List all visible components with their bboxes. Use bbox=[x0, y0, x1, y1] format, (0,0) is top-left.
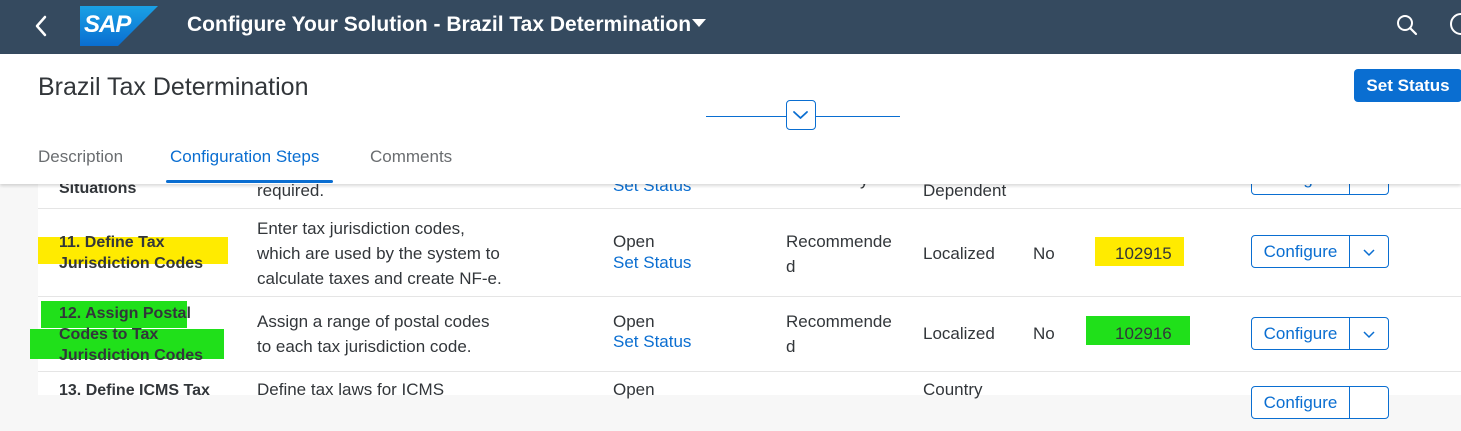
step-requirement-line: d bbox=[786, 337, 796, 356]
step-name: 13. Define ICMS Tax bbox=[59, 382, 210, 399]
step-requirement-line: Recommende bbox=[786, 312, 892, 331]
page-title: Brazil Tax Determination bbox=[38, 73, 309, 101]
tab-comments[interactable]: Comments bbox=[370, 147, 452, 167]
active-tab-indicator bbox=[166, 180, 333, 183]
step-flag: No bbox=[1033, 324, 1055, 343]
set-status-button[interactable]: Set Status bbox=[1354, 69, 1461, 102]
table-row: 11. Define Tax Jurisdiction Codes Enter … bbox=[38, 208, 1461, 297]
tab-description[interactable]: Description bbox=[38, 147, 123, 167]
configure-menu-chevron-down-icon[interactable] bbox=[1350, 318, 1388, 349]
configure-menu-chevron-down-icon[interactable] bbox=[1350, 236, 1388, 267]
configure-button[interactable]: Configure bbox=[1251, 317, 1389, 350]
set-status-link[interactable]: Set Status bbox=[613, 252, 691, 273]
step-name-line: Codes to Tax bbox=[59, 326, 159, 343]
step-description-line: calculate taxes and create NF-e. bbox=[257, 269, 502, 288]
step-name-line: 12. Assign Postal bbox=[59, 305, 191, 322]
configuration-steps-table: Situations required. Set Status y Depend… bbox=[30, 150, 1461, 419]
configure-button-label[interactable]: Configure bbox=[1252, 387, 1350, 418]
table-row: 13. Define ICMS Tax Define tax laws for … bbox=[38, 371, 1461, 431]
shell-bar: SAP Configure Your Solution - Brazil Tax… bbox=[0, 0, 1461, 54]
step-description-line: Assign a range of postal codes bbox=[257, 312, 490, 331]
table-row: 12. Assign Postal Codes to Tax Jurisdict… bbox=[30, 296, 1461, 372]
step-name-line: Jurisdiction Codes bbox=[59, 255, 204, 272]
step-requirement-line: Recommende bbox=[786, 232, 892, 251]
step-status: Open bbox=[613, 232, 655, 251]
collapse-header-button[interactable] bbox=[786, 100, 816, 130]
configure-button-label[interactable]: Configure bbox=[1252, 236, 1350, 267]
sap-logo-text: SAP bbox=[84, 11, 131, 38]
step-note: 102915 bbox=[1115, 244, 1172, 263]
step-status: Open bbox=[613, 380, 655, 399]
configure-button-label[interactable]: Configure bbox=[1252, 318, 1350, 349]
step-status: Open bbox=[613, 312, 655, 331]
step-description: Define tax laws for ICMS bbox=[257, 380, 445, 399]
back-icon[interactable] bbox=[30, 12, 52, 40]
configure-menu-chevron-down-icon[interactable] bbox=[1350, 387, 1388, 418]
configure-button[interactable]: Configure bbox=[1251, 386, 1389, 419]
app-title[interactable]: Configure Your Solution - Brazil Tax Det… bbox=[187, 12, 691, 38]
step-scope: Country bbox=[923, 380, 983, 399]
step-requirement-line: d bbox=[786, 257, 796, 276]
step-scope: Localized bbox=[923, 324, 995, 343]
step-flag: No bbox=[1033, 244, 1055, 263]
title-menu-chevron-down-icon[interactable] bbox=[692, 19, 706, 27]
help-icon[interactable] bbox=[1450, 13, 1461, 35]
step-description-line: to each tax jurisdiction code. bbox=[257, 337, 472, 356]
object-page-header: Brazil Tax Determination Set Status Desc… bbox=[0, 54, 1461, 184]
chevron-down-icon bbox=[793, 111, 808, 119]
sap-logo[interactable]: SAP bbox=[80, 6, 158, 46]
step-description-line: which are used by the system to bbox=[257, 244, 500, 263]
step-name-line: Jurisdiction Codes bbox=[59, 347, 204, 364]
step-name-line: 11. Define Tax bbox=[59, 234, 165, 251]
step-note: 102916 bbox=[1115, 324, 1172, 343]
step-scope: Localized bbox=[923, 244, 995, 263]
tab-configuration-steps[interactable]: Configuration Steps bbox=[170, 147, 319, 167]
configure-button[interactable]: Configure bbox=[1251, 235, 1389, 268]
set-status-link[interactable]: Set Status bbox=[613, 331, 691, 352]
step-description-line: Enter tax jurisdiction codes, bbox=[257, 219, 465, 238]
search-icon[interactable] bbox=[1396, 14, 1418, 36]
